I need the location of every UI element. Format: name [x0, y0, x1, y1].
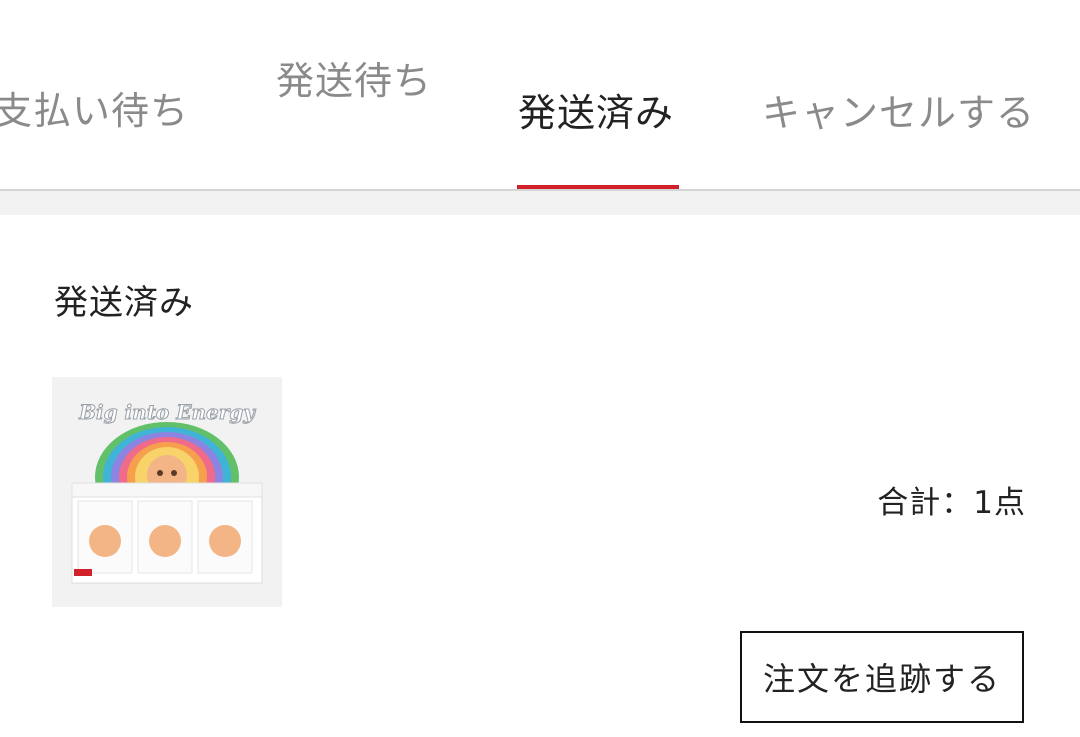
tab-awaiting-shipment[interactable]: 発送待ち: [276, 50, 432, 105]
orders-page: 支払い待ち 発送待ち 発送済み キャンセルする 発送済み Big into En…: [0, 0, 1080, 737]
tab-shipped[interactable]: 発送済み: [518, 82, 674, 137]
order-status-label: 発送済み: [54, 283, 194, 323]
order-card: 発送済み Big into Energy 合計：1点 注文を追跡する: [0, 215, 1080, 737]
tab-awaiting-payment[interactable]: 支払い待ち: [0, 80, 189, 135]
section-separator: [0, 191, 1080, 215]
order-item-total: 合計：1点: [877, 485, 1026, 521]
product-thumbnail[interactable]: Big into Energy: [52, 377, 282, 607]
svg-text:Big into Energy: Big into Energy: [78, 400, 256, 424]
order-status-tabs: 支払い待ち 発送待ち 発送済み キャンセルする: [0, 0, 1080, 191]
product-box-image: Big into Energy: [52, 377, 282, 607]
track-order-button[interactable]: 注文を追跡する: [740, 631, 1024, 723]
tab-cancelled[interactable]: キャンセルする: [762, 82, 1035, 137]
